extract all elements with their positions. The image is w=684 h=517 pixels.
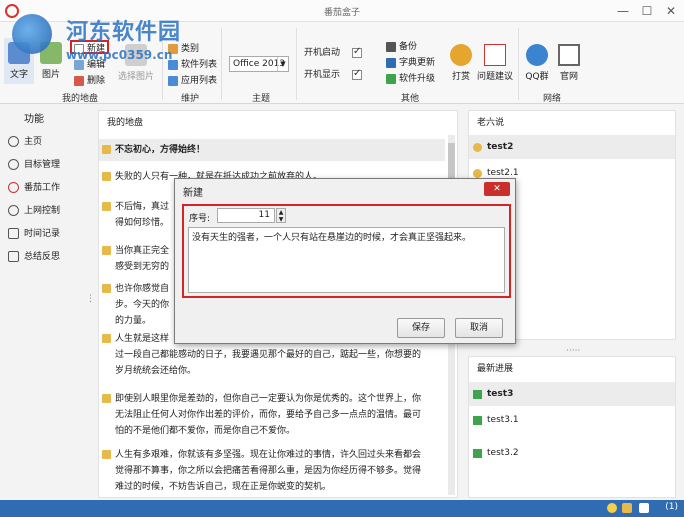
list-item[interactable]: test3.1 [469,408,675,432]
delete-button[interactable]: 删除 [74,74,105,88]
chevron-down-icon[interactable]: ▼ [277,57,288,71]
group-label-qita: 其他 [400,94,419,104]
bulb-icon [473,169,482,178]
ribbon-separator [221,28,222,100]
bulb-icon [473,143,482,152]
splitter-handle[interactable]: ····· [566,346,580,356]
list-item[interactable]: test3.2 [469,441,675,465]
group-label-weihu: 维护 [180,94,199,104]
delete-icon [74,75,84,86]
app-list-icon [168,75,178,86]
app-list-button[interactable]: 应用列表 [168,74,217,88]
website-button[interactable]: 官网 [554,44,584,82]
list-item[interactable]: 人生有多艰难，你就该有多坚强。现在让你难过的事情，许久回过头来看都会 觉得那不算事… [99,447,445,495]
web-control-icon [8,205,19,216]
calendar-icon [8,228,19,239]
users-icon [526,44,548,66]
feedback-button[interactable]: 问题建议 [476,44,514,82]
group-label-mydiliang: 我的地盘 [61,94,98,104]
dialog-close-button[interactable]: ✕ [484,182,510,196]
nav-item-time-log[interactable]: 时间记录 [8,226,60,242]
seq-stepper[interactable]: ▲ ▼ [276,208,286,223]
startup-launch-option: 开机启动 [304,48,341,58]
note-icon [102,145,111,154]
coin-icon [450,44,472,66]
watermark-logo-icon [12,14,52,54]
note-icon [102,334,111,343]
note-icon [102,450,111,459]
new-dialog: 新建 ✕ 序号: 11 ▲ ▼ 没有天生的强者，一个人只有站在悬崖边的时候，才会真… [174,178,516,344]
watermark-text: 河东软件园 [66,20,182,45]
nav-item-goals[interactable]: 目标管理 [8,157,60,173]
minimize-button[interactable]: — [612,2,634,20]
startup-show-checkbox[interactable] [352,68,362,80]
startup-launch-checkbox[interactable] [352,46,362,58]
close-button[interactable]: ✕ [660,2,682,20]
quote-textarea[interactable]: 没有天生的强者，一个人只有站在悬崖边的时候，才会真正坚强起来。 [188,227,505,293]
splitter-handle[interactable]: ⋮ [86,294,95,304]
seq-input[interactable]: 11 [217,208,275,223]
bulb-icon[interactable] [607,503,617,513]
panel-title: 我的地盘 [107,118,144,128]
note-icon [102,172,111,181]
grid-icon [8,251,19,262]
dictionary-update-button[interactable]: 字典更新 [386,56,435,70]
left-nav: 功能 主页 目标管理 番茄工作 上网控制 时间记录 总结反思 ⋮ [0,104,95,500]
list-item[interactable]: test3 [469,382,675,406]
upgrade-icon [386,73,396,84]
panel-title: 老六说 [477,118,505,128]
save-button[interactable]: 保存 [397,318,445,338]
group-label-zhuti: 主题 [251,94,270,104]
nav-item-home[interactable]: 主页 [8,134,42,150]
flag-icon [473,449,482,458]
document-icon [484,44,506,66]
cancel-button[interactable]: 取消 [455,318,503,338]
panel-title: 最新进展 [477,364,514,374]
flag-icon [473,416,482,425]
backup-icon [386,41,396,52]
lock-icon[interactable] [639,503,649,513]
list-item[interactable]: 不忘初心，方得始终！ [99,139,445,161]
note-icon [102,394,111,403]
note-icon [102,246,111,255]
flag-icon [473,390,482,399]
note-icon [102,284,111,293]
dialog-title: 新建 [183,188,203,199]
seq-label: 序号: [189,214,211,224]
nav-heading: 功能 [24,114,44,125]
target-icon [8,159,19,170]
home-icon [558,44,580,66]
right-bottom-panel: 最新进展 test3 test3.1 test3.2 [468,356,676,498]
dictionary-icon [386,57,396,68]
ribbon-separator [296,28,297,100]
group-label-wangluo: 网络 [542,94,561,104]
watermark-url: www.pc0359.cn [66,48,173,62]
nav-item-pomodoro[interactable]: 番茄工作 [8,180,60,196]
nav-item-web-control[interactable]: 上网控制 [8,203,60,219]
note-icon [102,202,111,211]
clock-icon [8,182,19,193]
software-list-button[interactable]: 软件列表 [168,58,217,72]
backup-button[interactable]: 备份 [386,40,417,54]
qq-group-button[interactable]: QQ群 [522,44,552,82]
ribbon-separator [518,28,519,100]
home-icon [8,136,19,147]
startup-show-option: 开机显示 [304,70,341,80]
software-upgrade-button[interactable]: 软件升级 [386,72,435,86]
list-item[interactable]: test2 [469,135,675,159]
list-item[interactable]: 即使别人眼里你是差劲的，但你自己一定要认为你是优秀的。这个世界上，你 无法阻止任何… [99,391,445,439]
maximize-button[interactable]: ☐ [636,2,658,20]
tip-button[interactable]: 打赏 [446,44,476,82]
theme-select[interactable]: Office 2013 ▼ [229,56,289,72]
note-icon[interactable] [622,503,632,513]
status-bar: (1) [0,500,684,517]
status-count: (1) [665,502,678,512]
nav-item-review[interactable]: 总结反思 [8,249,60,265]
